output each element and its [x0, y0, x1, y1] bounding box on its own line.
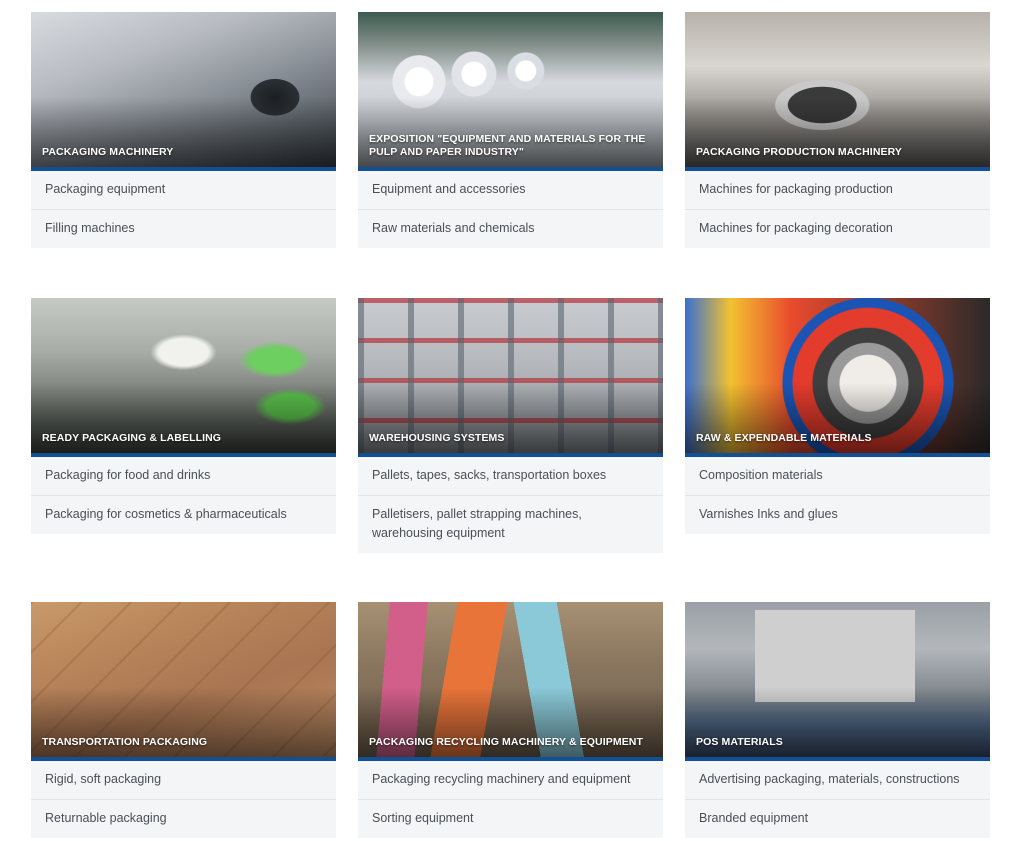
category-link[interactable]: Sorting equipment	[358, 800, 663, 838]
category-title: PACKAGING PRODUCTION MACHINERY	[696, 146, 903, 158]
category-banner[interactable]: PACKAGING MACHINERY	[31, 12, 336, 171]
category-title: WAREHOUSING SYSTEMS	[369, 432, 505, 444]
category-link-list: Advertising packaging, materials, constr…	[685, 761, 990, 838]
category-link[interactable]: Packaging for food and drinks	[31, 457, 336, 496]
category-title: READY PACKAGING & LABELLING	[42, 432, 222, 444]
category-banner[interactable]: TRANSPORTATION PACKAGING	[31, 602, 336, 761]
category-link[interactable]: Packaging for cosmetics & pharmaceutical…	[31, 496, 336, 534]
category-link[interactable]: Packaging equipment	[31, 171, 336, 210]
category-link[interactable]: Machines for packaging decoration	[685, 210, 990, 248]
category-banner[interactable]: POS MATERIALS	[685, 602, 990, 761]
category-title: RAW & EXPENDABLE MATERIALS	[696, 432, 872, 444]
category-card-recycling: PACKAGING RECYCLING MACHINERY & EQUIPMEN…	[358, 602, 663, 838]
category-link[interactable]: Pallets, tapes, sacks, transportation bo…	[358, 457, 663, 496]
category-title: PACKAGING MACHINERY	[42, 146, 174, 158]
category-link-list: Rigid, soft packaging Returnable packagi…	[31, 761, 336, 838]
category-card-ready-packaging: READY PACKAGING & LABELLING Packaging fo…	[31, 298, 336, 534]
category-link[interactable]: Composition materials	[685, 457, 990, 496]
category-banner[interactable]: PACKAGING RECYCLING MACHINERY & EQUIPMEN…	[358, 602, 663, 761]
category-card-warehousing: WAREHOUSING SYSTEMS Pallets, tapes, sack…	[358, 298, 663, 553]
category-link[interactable]: Varnishes Inks and glues	[685, 496, 990, 534]
category-link[interactable]: Raw materials and chemicals	[358, 210, 663, 248]
category-link[interactable]: Advertising packaging, materials, constr…	[685, 761, 990, 800]
category-title: PACKAGING RECYCLING MACHINERY & EQUIPMEN…	[369, 736, 644, 748]
category-banner[interactable]: READY PACKAGING & LABELLING	[31, 298, 336, 457]
category-title: EXPOSITION "EQUIPMENT AND MATERIALS FOR …	[369, 133, 646, 158]
category-title: POS MATERIALS	[696, 736, 783, 748]
category-title: TRANSPORTATION PACKAGING	[42, 736, 208, 748]
category-link[interactable]: Branded equipment	[685, 800, 990, 838]
category-card-packaging-production: PACKAGING PRODUCTION MACHINERY Machines …	[685, 12, 990, 248]
category-link-list: Equipment and accessories Raw materials …	[358, 171, 663, 248]
category-link[interactable]: Filling machines	[31, 210, 336, 248]
category-card-pulp-paper: EXPOSITION "EQUIPMENT AND MATERIALS FOR …	[358, 12, 663, 248]
category-link-list: Machines for packaging production Machin…	[685, 171, 990, 248]
category-link[interactable]: Returnable packaging	[31, 800, 336, 838]
category-banner[interactable]: EXPOSITION "EQUIPMENT AND MATERIALS FOR …	[358, 12, 663, 171]
category-card-packaging-machinery: PACKAGING MACHINERY Packaging equipment …	[31, 12, 336, 248]
category-link-list: Pallets, tapes, sacks, transportation bo…	[358, 457, 663, 553]
category-link-list: Composition materials Varnishes Inks and…	[685, 457, 990, 534]
category-link[interactable]: Equipment and accessories	[358, 171, 663, 210]
category-card-pos-materials: POS MATERIALS Advertising packaging, mat…	[685, 602, 990, 838]
category-link-list: Packaging for food and drinks Packaging …	[31, 457, 336, 534]
category-link-list: Packaging recycling machinery and equipm…	[358, 761, 663, 838]
category-banner[interactable]: PACKAGING PRODUCTION MACHINERY	[685, 12, 990, 171]
category-link[interactable]: Packaging recycling machinery and equipm…	[358, 761, 663, 800]
category-link-list: Packaging equipment Filling machines	[31, 171, 336, 248]
category-link[interactable]: Rigid, soft packaging	[31, 761, 336, 800]
category-card-transportation: TRANSPORTATION PACKAGING Rigid, soft pac…	[31, 602, 336, 838]
category-banner[interactable]: WAREHOUSING SYSTEMS	[358, 298, 663, 457]
category-banner[interactable]: RAW & EXPENDABLE MATERIALS	[685, 298, 990, 457]
category-link[interactable]: Palletisers, pallet strapping machines, …	[358, 496, 663, 553]
category-link[interactable]: Machines for packaging production	[685, 171, 990, 210]
category-card-raw-materials: RAW & EXPENDABLE MATERIALS Composition m…	[685, 298, 990, 534]
